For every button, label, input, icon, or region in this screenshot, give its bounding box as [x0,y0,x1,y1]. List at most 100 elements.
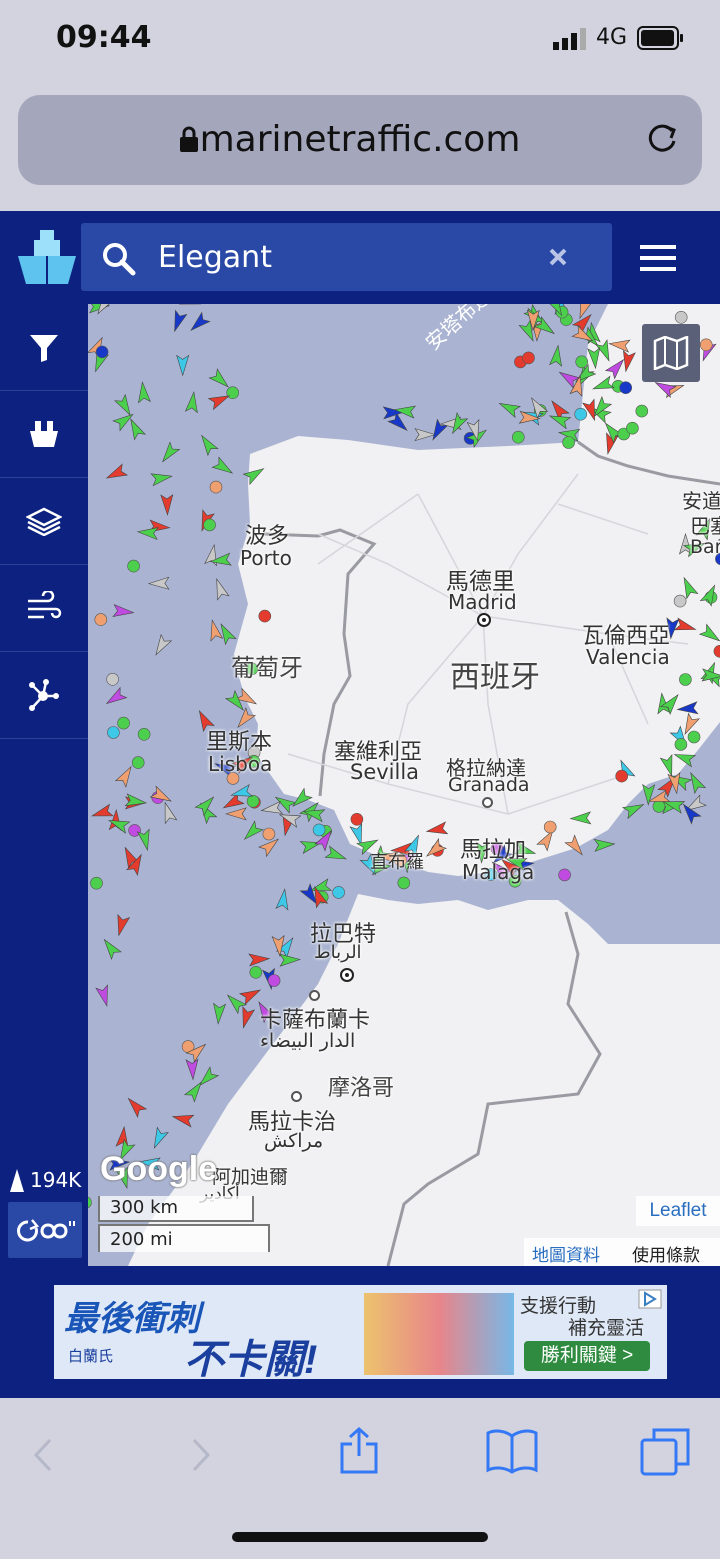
vessel-marker[interactable] [642,783,656,806]
fleets-button[interactable] [0,391,88,478]
anchored-vessel-marker[interactable] [350,812,364,826]
vessel-marker[interactable] [150,470,173,487]
anchored-vessel-marker[interactable] [635,404,649,418]
back-icon[interactable] [30,1438,56,1472]
vessel-marker[interactable] [176,354,190,377]
vessel-marker[interactable] [103,686,128,709]
vessel-marker[interactable] [112,603,135,619]
ad-cta-button[interactable]: 勝利關鍵 > [524,1341,650,1371]
anchored-vessel-marker[interactable] [511,430,525,444]
vessel-marker[interactable] [225,807,247,821]
vessel-marker[interactable] [497,398,522,419]
vessel-marker[interactable] [114,764,137,788]
vessel-marker[interactable] [299,837,323,854]
vessel-marker[interactable] [260,800,283,817]
bookmarks-icon[interactable] [486,1428,538,1474]
anchored-vessel-marker[interactable] [226,386,239,399]
anchored-vessel-marker[interactable] [575,355,589,369]
anchored-vessel-marker[interactable] [203,518,216,532]
vessel-marker[interactable] [211,456,235,478]
vessel-marker[interactable] [324,845,348,864]
anchored-vessel-marker[interactable] [312,823,326,837]
anchored-vessel-marker[interactable] [543,820,557,834]
anchored-vessel-marker[interactable] [90,876,103,890]
anchored-vessel-marker[interactable] [246,794,260,808]
anchored-vessel-marker[interactable] [127,559,140,573]
anchored-vessel-marker[interactable] [131,756,145,769]
vessel-marker[interactable] [159,801,178,825]
vessel-marker[interactable] [151,633,173,658]
anchored-vessel-marker[interactable] [88,1196,92,1209]
anchored-vessel-marker[interactable] [652,800,666,813]
anchored-vessel-marker[interactable] [699,338,713,352]
vessel-marker[interactable] [169,309,188,333]
anchored-vessel-marker[interactable] [332,886,345,899]
vessel-marker[interactable] [178,304,202,310]
advertisement-banner[interactable]: 最後衝刺 不卡關! 白蘭氏 支援行動 補充靈活 勝利關鍵 > [54,1285,667,1379]
forward-icon[interactable] [188,1438,214,1472]
map-type-button[interactable] [642,324,700,382]
anchored-vessel-marker[interactable] [626,421,639,435]
share-icon[interactable] [338,1426,380,1476]
anchored-vessel-marker[interactable] [137,727,151,741]
anchored-vessel-marker[interactable] [673,594,687,608]
adchoices-icon[interactable] [638,1289,662,1309]
vessel-marker[interactable] [99,936,122,960]
map-view[interactable]: 安塔布連 波多 Porto 馬德里 Madrid 葡萄牙 西班牙 瓦倫西亞 Va… [88,304,720,1266]
vessel-marker[interactable] [113,913,131,937]
weather-button[interactable] [0,565,88,652]
anchored-vessel-marker[interactable] [574,407,588,421]
anchored-vessel-marker[interactable] [107,726,120,739]
anchored-vessel-marker[interactable] [674,311,688,324]
anchored-vessel-marker[interactable] [209,480,223,494]
menu-icon[interactable] [640,244,678,272]
anchored-vessel-marker[interactable] [95,345,109,359]
vessel-marker[interactable] [149,1126,169,1150]
search-input[interactable]: Elegant [158,240,272,275]
vessel-marker[interactable] [248,953,271,967]
anchored-vessel-marker[interactable] [249,965,263,979]
map-data-link[interactable]: 地圖資料 [532,1241,600,1266]
refresh-button[interactable] [8,1202,82,1258]
anchored-vessel-marker[interactable] [522,351,535,365]
vessel-marker[interactable] [184,390,199,414]
reload-icon[interactable] [644,121,680,157]
vessel-marker[interactable] [147,576,170,590]
vessel-marker[interactable] [275,888,291,911]
vessel-marker[interactable] [136,828,153,852]
vessel-marker[interactable] [185,1058,199,1081]
vessel-marker[interactable] [279,953,302,967]
anchored-vessel-marker[interactable] [679,673,692,686]
anchored-vessel-marker[interactable] [262,827,276,841]
anchored-vessel-marker[interactable] [558,868,571,882]
anchored-vessel-marker[interactable] [619,381,633,394]
filter-button[interactable] [0,304,88,391]
vessel-marker[interactable] [104,463,129,483]
anchored-vessel-marker[interactable] [397,876,411,890]
vessel-marker[interactable] [171,1111,195,1128]
vessel-marker[interactable] [238,1005,256,1029]
tabs-icon[interactable] [640,1426,692,1476]
vessel-marker[interactable] [95,984,113,1007]
vessel-marker[interactable] [90,803,114,821]
vessel-marker[interactable] [158,441,181,465]
url-text[interactable]: marinetraffic.com [18,95,702,185]
layers-button[interactable] [0,478,88,565]
anchored-vessel-marker[interactable] [615,769,629,783]
anchored-vessel-marker[interactable] [258,609,272,623]
marinetraffic-logo[interactable] [12,226,82,290]
vessel-marker[interactable] [187,311,211,334]
vessel-marker[interactable] [197,432,219,457]
clear-search-icon[interactable] [548,247,568,267]
vessel-marker[interactable] [160,493,174,516]
vessel-marker[interactable] [124,1094,148,1119]
vessel-marker[interactable] [212,1002,227,1025]
vessel-marker[interactable] [206,619,224,642]
vessel-marker[interactable] [149,785,173,806]
anchored-vessel-marker[interactable] [687,730,701,744]
anchored-vessel-marker[interactable] [267,974,281,987]
address-bar[interactable]: marinetraffic.com [18,95,702,185]
anchored-vessel-marker[interactable] [674,738,688,751]
anchored-vessel-marker[interactable] [106,672,119,686]
vessel-marker[interactable] [593,838,616,852]
